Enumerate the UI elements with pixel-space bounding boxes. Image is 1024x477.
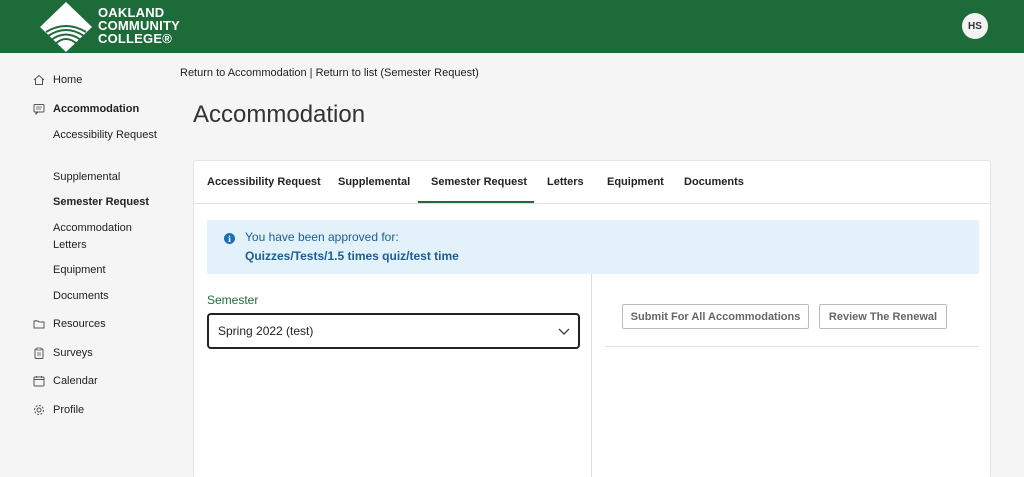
sidebar-subitem-equipment[interactable]: Equipment [53,262,163,279]
sidebar-item-label: Calendar [53,374,98,387]
content-card: Accessibility Request Supplemental Semes… [193,160,991,477]
chat-icon [32,102,45,115]
semester-select[interactable]: Spring 2022 (test) [207,313,580,349]
logo-line: COLLEGE® [98,31,173,46]
actions-divider [605,346,979,347]
sidebar-item-resources[interactable]: Resources [32,317,106,330]
tab-accessibility-request[interactable]: Accessibility Request [207,176,321,188]
sidebar-item-accommodation[interactable]: Accommodation [32,102,139,115]
sidebar-item-label: Profile [53,403,85,416]
tab-documents[interactable]: Documents [684,176,744,188]
top-header: OAKLAND COMMUNITY COLLEGE® HS [0,0,1024,53]
sidebar-item-label: Home [53,73,83,86]
calendar-icon [32,374,45,387]
tab-semester-request[interactable]: Semester Request [431,176,527,188]
alert-approved-accommodations: Quizzes/Tests/1.5 times quiz/test time [245,249,459,263]
user-avatar[interactable]: HS [962,13,988,39]
submit-all-accommodations-button[interactable]: Submit For All Accommodations [622,304,809,329]
tab-letters[interactable]: Letters [547,176,584,188]
tab-equipment[interactable]: Equipment [607,176,664,188]
sidebar-subitem-supplemental[interactable]: Supplemental [53,169,163,186]
column-divider [591,274,592,477]
sidebar-subitem-documents[interactable]: Documents [53,288,163,305]
logo-text: OAKLAND COMMUNITY COLLEGE® [98,6,180,45]
folder-icon [32,317,45,330]
sidebar-item-label: Accommodation [53,102,140,115]
breadcrumb-link-accommodation[interactable]: Return to Accommodation [180,67,307,79]
sidebar-item-surveys[interactable]: Surveys [32,346,93,359]
review-renewal-button[interactable]: Review The Renewal [819,304,947,329]
chevron-down-icon [558,328,570,335]
home-icon [32,73,45,86]
sidebar-item-label: Surveys [53,346,93,359]
breadcrumb-separator: | [306,67,316,79]
breadcrumb: Return to Accommodation | Return to list… [180,67,479,79]
approval-alert: i You have been approved for: Quizzes/Te… [207,220,979,274]
semester-selected-value: Spring 2022 (test) [218,324,314,338]
gear-icon [32,403,45,416]
semester-label: Semester [207,293,259,307]
sidebar-item-label: Resources [53,317,106,330]
sidebar: Home Accommodation Accessibility Request… [0,53,175,477]
alert-message: You have been approved for: [245,230,399,244]
logo-mark-icon [40,2,92,52]
clipboard-icon [32,346,45,359]
college-logo[interactable]: OAKLAND COMMUNITY COLLEGE® [40,2,190,52]
tab-bar: Accessibility Request Supplemental Semes… [194,161,990,204]
info-icon: i [224,233,235,244]
active-tab-indicator [418,201,534,203]
sidebar-item-calendar[interactable]: Calendar [32,374,98,387]
breadcrumb-link-list[interactable]: Return to list (Semester Request) [316,67,479,79]
sidebar-subitem-accessibility-request[interactable]: Accessibility Request [53,127,163,144]
tab-supplemental[interactable]: Supplemental [338,176,410,188]
sidebar-item-home[interactable]: Home [32,73,82,86]
page-title: Accommodation [193,101,366,128]
sidebar-subitem-accommodation-letters[interactable]: Accommodation Letters [53,220,163,254]
sidebar-item-profile[interactable]: Profile [32,403,84,416]
sidebar-subitem-semester-request[interactable]: Semester Request [53,194,163,211]
